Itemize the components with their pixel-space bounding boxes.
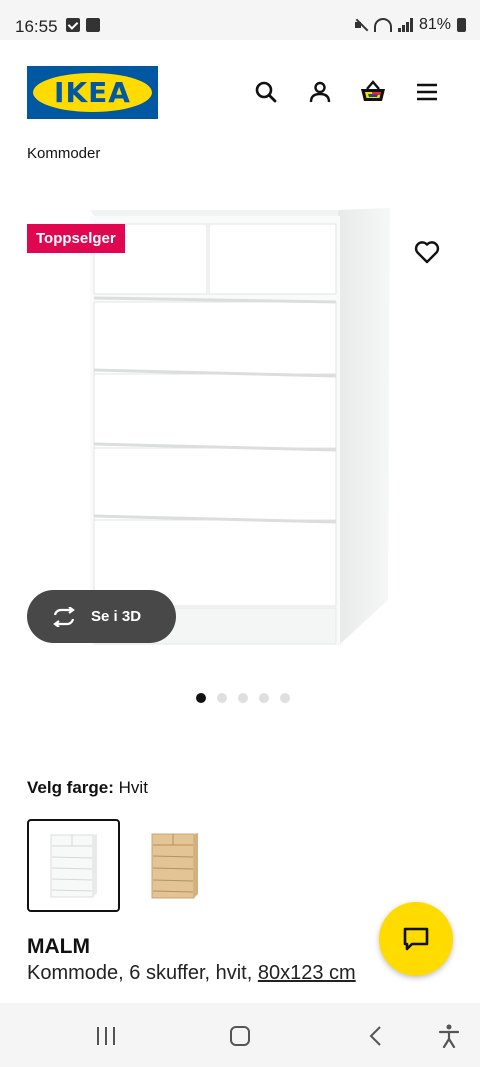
back-icon [369,1026,381,1046]
battery-icon [457,18,466,32]
heart-icon [414,241,440,264]
recent-apps-icon [97,1027,115,1045]
status-bar: 16:55 81% [0,0,480,40]
product-type: Kommode, 6 skuffer, hvit, [27,962,253,984]
product-name: MALM [27,935,90,958]
color-option-oak[interactable] [128,819,221,912]
search-icon [255,81,277,103]
status-time: 16:55 [15,17,58,36]
menu-button[interactable] [411,76,443,108]
accessibility-icon [438,1024,460,1048]
battery-level: 81% [418,16,451,33]
basket-icon [361,80,385,101]
color-option-white[interactable] [27,819,120,912]
selected-color: Hvit [118,778,148,797]
account-button[interactable] [304,76,336,108]
signal-icon [397,18,413,32]
search-button[interactable] [250,76,282,108]
logo-text: IKEA [54,76,131,109]
mute-icon [354,18,368,32]
wifi-icon [373,18,392,32]
oak-dresser-thumbnail [151,832,198,898]
checkbox-notification-icon [66,18,80,32]
carousel-dot[interactable] [280,693,290,703]
favorite-button[interactable] [410,235,444,269]
carousel-dot[interactable] [217,693,227,703]
recent-apps-button[interactable] [91,1021,121,1051]
basket-button[interactable] [357,76,389,108]
system-navigation-bar [0,1003,480,1067]
chat-button[interactable] [379,902,453,976]
rotate-3d-icon [53,606,75,627]
accessibility-button[interactable] [434,1021,464,1051]
ikea-logo[interactable]: IKEA [27,66,158,119]
product-size-link[interactable]: 80x123 cm [258,962,356,984]
home-button[interactable] [225,1021,255,1051]
product-image [90,208,390,646]
gallery-notification-icon [86,18,100,32]
breadcrumb[interactable]: Kommoder [27,145,100,162]
carousel-dot[interactable] [196,693,206,703]
chat-icon [403,927,429,951]
top-seller-badge: Toppselger [27,224,125,253]
carousel-dot[interactable] [259,693,269,703]
white-dresser-thumbnail [50,833,97,897]
color-label-heading: Velg farge: [27,778,114,797]
carousel-dots [0,693,480,703]
home-icon [230,1026,250,1046]
view-in-3d-label: Se i 3D [91,608,142,625]
back-button[interactable] [361,1021,391,1051]
color-picker-label: Velg farge: Hvit [27,778,148,798]
view-in-3d-button[interactable]: Se i 3D [27,590,176,643]
product-description: Kommode, 6 skuffer, hvit, 80x123 cm [27,962,356,985]
carousel-dot[interactable] [238,693,248,703]
menu-icon [417,83,437,101]
account-icon [309,81,331,103]
site-header: IKEA [0,40,480,140]
